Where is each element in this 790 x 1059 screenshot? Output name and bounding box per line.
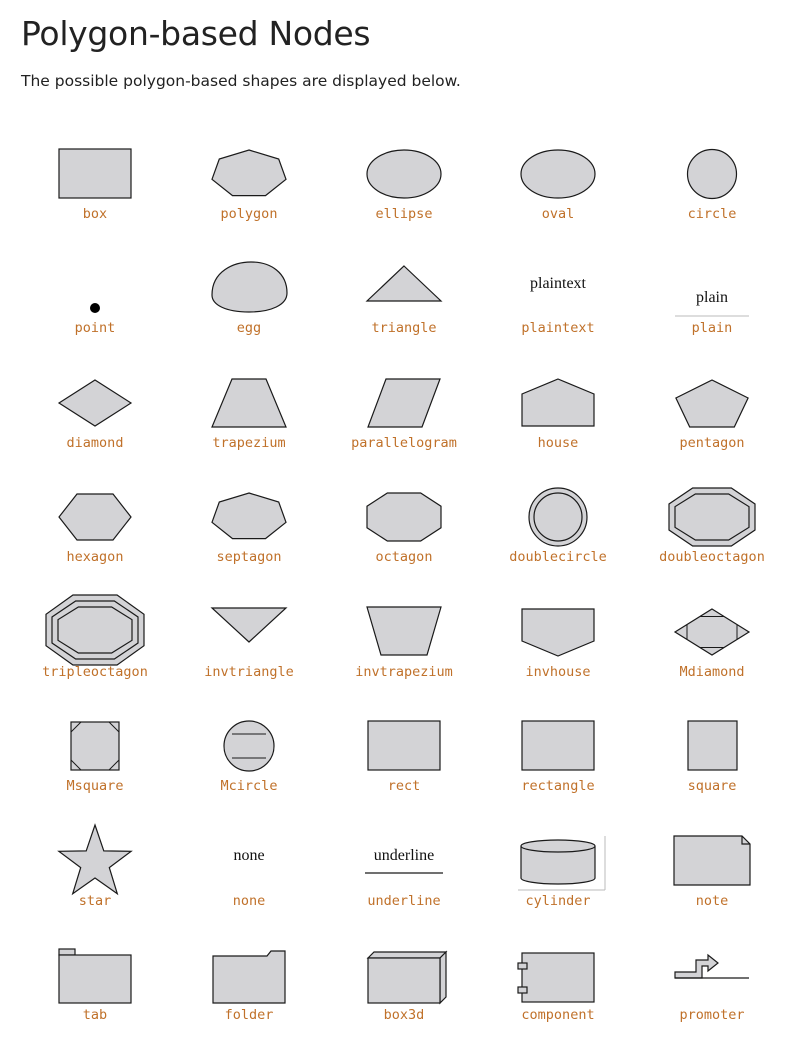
shape-cell-note: note — [642, 818, 782, 930]
shape-label[interactable]: oval — [488, 206, 628, 222]
shape-label[interactable]: promoter — [642, 1007, 782, 1023]
shape-label[interactable]: none — [179, 893, 319, 909]
shape-label[interactable]: tab — [25, 1007, 165, 1023]
intro-text: The possible polygon-based shapes are di… — [21, 72, 461, 90]
shape-cell-hexagon: hexagon — [25, 474, 165, 586]
shape-label[interactable]: invhouse — [488, 664, 628, 680]
shape-cell-tab: tab — [25, 932, 165, 1044]
shape-label[interactable]: invtriangle — [179, 664, 319, 680]
shape-label[interactable]: square — [642, 778, 782, 794]
shape-label[interactable]: Mcircle — [179, 778, 319, 794]
shape-label[interactable]: Mdiamond — [642, 664, 782, 680]
shape-cell-circle: circle — [642, 131, 782, 243]
shape-cell-parallelogram: parallelogram — [334, 360, 474, 472]
shape-label[interactable]: octagon — [334, 549, 474, 565]
shape-label[interactable]: plain — [642, 320, 782, 336]
svg-text:plaintext: plaintext — [530, 275, 587, 292]
shape-cell-plaintext: plaintext plaintext — [488, 245, 628, 357]
shape-cell-polygon: polygon — [179, 131, 319, 243]
shape-label[interactable]: invtrapezium — [334, 664, 474, 680]
shape-label[interactable]: pentagon — [642, 435, 782, 451]
shape-label[interactable]: triangle — [334, 320, 474, 336]
shape-cell-component: component — [488, 932, 628, 1044]
shape-cell-invtriangle: invtriangle — [179, 589, 319, 701]
shape-cell-invhouse: invhouse — [488, 589, 628, 701]
shape-cell-none: none none — [179, 818, 319, 930]
shape-label[interactable]: plaintext — [488, 320, 628, 336]
shape-label[interactable]: doubleoctagon — [642, 549, 782, 565]
shape-cell-doubleoctagon: doubleoctagon — [642, 474, 782, 586]
shape-label[interactable]: ellipse — [334, 206, 474, 222]
shape-label[interactable]: rectangle — [488, 778, 628, 794]
svg-text:plain: plain — [696, 289, 728, 306]
shape-cell-octagon: octagon — [334, 474, 474, 586]
shape-cell-invtrapezium: invtrapezium — [334, 589, 474, 701]
shape-cell-tripleoctagon: tripleoctagon — [25, 589, 165, 701]
shape-label[interactable]: house — [488, 435, 628, 451]
shape-cell-square: square — [642, 703, 782, 815]
shape-label[interactable]: component — [488, 1007, 628, 1023]
shape-label[interactable]: star — [25, 893, 165, 909]
page-title: Polygon-based Nodes — [21, 14, 371, 53]
shape-cell-plain: plain plain — [642, 245, 782, 357]
shape-cell-promoter: promoter — [642, 932, 782, 1044]
shape-cell-box3d: box3d — [334, 932, 474, 1044]
shape-label[interactable]: circle — [642, 206, 782, 222]
shape-label[interactable]: diamond — [25, 435, 165, 451]
shape-label[interactable]: rect — [334, 778, 474, 794]
shape-label[interactable]: box — [25, 206, 165, 222]
shape-label[interactable]: Msquare — [25, 778, 165, 794]
shape-label[interactable]: point — [25, 320, 165, 336]
shape-label[interactable]: hexagon — [25, 549, 165, 565]
shape-cell-cylinder: cylinder — [488, 818, 628, 930]
shape-label[interactable]: egg — [179, 320, 319, 336]
shape-cell-pentagon: pentagon — [642, 360, 782, 472]
shape-label[interactable]: doublecircle — [488, 549, 628, 565]
shape-label[interactable]: cylinder — [488, 893, 628, 909]
shape-label[interactable]: underline — [334, 893, 474, 909]
shape-label[interactable]: septagon — [179, 549, 319, 565]
shape-label[interactable]: parallelogram — [334, 435, 474, 451]
shape-cell-box: box — [25, 131, 165, 243]
shape-cell-doublecircle: doublecircle — [488, 474, 628, 586]
shape-cell-oval: oval — [488, 131, 628, 243]
shape-label[interactable]: folder — [179, 1007, 319, 1023]
shape-cell-Mdiamond: Mdiamond — [642, 589, 782, 701]
shape-cell-triangle: triangle — [334, 245, 474, 357]
shape-cell-point: point — [25, 245, 165, 357]
shape-label[interactable]: polygon — [179, 206, 319, 222]
shape-cell-Mcircle: Mcircle — [179, 703, 319, 815]
shape-cell-house: house — [488, 360, 628, 472]
svg-text:underline: underline — [374, 847, 434, 864]
shape-cell-ellipse: ellipse — [334, 131, 474, 243]
shape-cell-diamond: diamond — [25, 360, 165, 472]
shape-label[interactable]: trapezium — [179, 435, 319, 451]
shape-cell-star: star — [25, 818, 165, 930]
svg-text:none: none — [233, 847, 264, 864]
shape-cell-rectangle: rectangle — [488, 703, 628, 815]
shape-cell-septagon: septagon — [179, 474, 319, 586]
shape-cell-folder: folder — [179, 932, 319, 1044]
shape-cell-trapezium: trapezium — [179, 360, 319, 472]
shape-cell-egg: egg — [179, 245, 319, 357]
shape-label[interactable]: note — [642, 893, 782, 909]
shape-label[interactable]: tripleoctagon — [25, 664, 165, 680]
shape-label[interactable]: box3d — [334, 1007, 474, 1023]
shape-cell-underline: underline underline — [334, 818, 474, 930]
shape-cell-rect: rect — [334, 703, 474, 815]
shape-cell-Msquare: Msquare — [25, 703, 165, 815]
